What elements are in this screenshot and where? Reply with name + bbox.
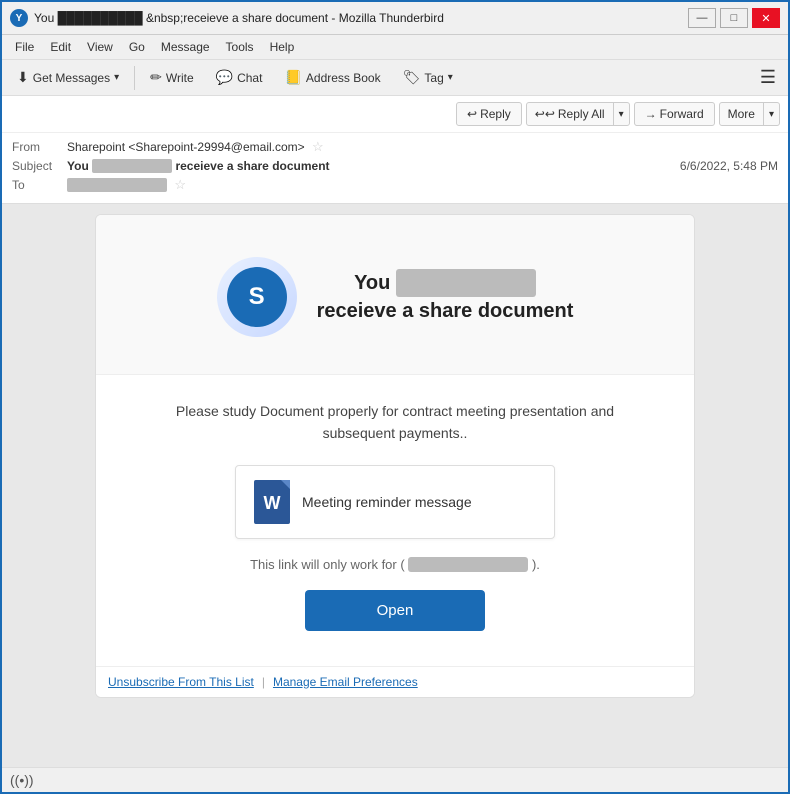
address-book-icon: 📒	[284, 69, 301, 86]
reply-button[interactable]: ↩ Reply	[456, 102, 522, 126]
close-button[interactable]: ✕	[752, 8, 780, 28]
email-hero-section: S You receieve a share document	[96, 215, 694, 375]
reply-icon: ↩	[467, 107, 477, 121]
unsubscribe-link[interactable]: Unsubscribe From This List	[108, 675, 254, 689]
to-label: To	[12, 178, 67, 192]
document-box: W Meeting reminder message	[235, 465, 555, 539]
app-avatar: Y	[10, 9, 28, 27]
chat-button[interactable]: 💬 Chat	[207, 64, 272, 91]
get-messages-button[interactable]: ⬇ Get Messages ▾	[8, 64, 128, 91]
footer-separator: |	[262, 675, 265, 689]
hero-title-suffix: receieve a share document	[317, 300, 574, 322]
link-recipient-blurred	[408, 557, 528, 572]
hero-title-blurred	[396, 269, 536, 297]
from-value: Sharepoint <Sharepoint-29994@email.com> …	[67, 139, 778, 155]
link-info-prefix: This link will only work for (	[250, 557, 405, 572]
from-label: From	[12, 140, 67, 154]
address-book-button[interactable]: 📒 Address Book	[275, 64, 389, 91]
menu-help[interactable]: Help	[263, 37, 302, 57]
sender-letter: S	[249, 283, 265, 311]
subject-blurred	[92, 159, 172, 173]
to-row: To ☆	[12, 177, 778, 193]
reply-all-icon: ↩↩	[535, 107, 555, 121]
status-bar: ((•))	[2, 767, 788, 792]
get-messages-dropdown-icon[interactable]: ▾	[114, 72, 119, 83]
email-body: JISA S You receieve a share document	[95, 214, 695, 698]
from-row: From Sharepoint <Sharepoint-29994@email.…	[12, 139, 778, 155]
menu-view[interactable]: View	[80, 37, 120, 57]
menu-go[interactable]: Go	[122, 37, 152, 57]
write-button[interactable]: ✏ Write	[141, 64, 203, 91]
link-info-text: This link will only work for ( ).	[146, 557, 644, 572]
more-button[interactable]: More	[720, 103, 764, 125]
toolbar-separator-1	[134, 66, 135, 90]
to-star-icon[interactable]: ☆	[174, 177, 186, 192]
title-bar-left: Y You ██████████ &nbsp;receieve a share …	[10, 9, 444, 27]
link-info-suffix: ).	[532, 557, 540, 572]
sender-logo-inner: S	[227, 267, 287, 327]
toolbar: ⬇ Get Messages ▾ ✏ Write 💬 Chat 📒 Addres…	[2, 60, 788, 96]
email-section: Please study Document properly for contr…	[96, 375, 694, 666]
thunderbird-window: Y You ██████████ &nbsp;receieve a share …	[0, 0, 790, 794]
more-split-button: More ▾	[719, 102, 780, 126]
maximize-button[interactable]: □	[720, 8, 748, 28]
email-content-area: JISA S You receieve a share document	[2, 204, 788, 767]
subject-label: Subject	[12, 159, 67, 173]
reply-all-button[interactable]: ↩↩ Reply All	[527, 103, 614, 125]
window-controls: — □ ✕	[688, 8, 780, 28]
reply-all-dropdown-button[interactable]: ▾	[614, 105, 629, 124]
chat-icon: 💬	[216, 69, 233, 86]
menu-tools[interactable]: Tools	[219, 37, 261, 57]
hamburger-menu-icon[interactable]: ☰	[754, 64, 782, 91]
menu-message[interactable]: Message	[154, 37, 217, 57]
manage-email-preferences-link[interactable]: Manage Email Preferences	[273, 675, 418, 689]
window-title: You ██████████ &nbsp;receieve a share do…	[34, 11, 444, 25]
sender-logo: S	[217, 257, 297, 337]
toolbar-right: ☰	[754, 64, 782, 91]
tag-icon: 🏷	[403, 69, 421, 86]
email-date: 6/6/2022, 5:48 PM	[680, 159, 778, 173]
email-footer: Unsubscribe From This List | Manage Emai…	[96, 666, 694, 697]
document-name: Meeting reminder message	[302, 494, 472, 510]
open-button[interactable]: Open	[305, 590, 485, 631]
menu-file[interactable]: File	[8, 37, 41, 57]
to-value: ☆	[67, 177, 778, 193]
to-blurred	[67, 178, 167, 192]
title-bar: Y You ██████████ &nbsp;receieve a share …	[2, 2, 788, 35]
more-dropdown-button[interactable]: ▾	[764, 105, 779, 124]
tag-dropdown-icon[interactable]: ▾	[448, 72, 453, 83]
from-email: Sharepoint-29994@email.com	[135, 140, 297, 154]
wifi-icon: ((•))	[10, 772, 34, 788]
email-header-bar: ↩ Reply ↩↩ Reply All ▾ → Forward More ▾	[2, 96, 788, 204]
get-messages-icon: ⬇	[17, 69, 29, 86]
hero-title-prefix: You	[354, 272, 396, 294]
minimize-button[interactable]: —	[688, 8, 716, 28]
email-meta: From Sharepoint <Sharepoint-29994@email.…	[2, 133, 788, 203]
menu-bar: File Edit View Go Message Tools Help	[2, 35, 788, 60]
from-name: Sharepoint	[67, 140, 125, 154]
forward-icon: →	[645, 107, 657, 121]
from-star-icon[interactable]: ☆	[312, 139, 324, 154]
email-description: Please study Document properly for contr…	[146, 400, 644, 445]
action-bar: ↩ Reply ↩↩ Reply All ▾ → Forward More ▾	[2, 96, 788, 133]
forward-button[interactable]: → Forward	[634, 102, 715, 126]
subject-row: Subject You receieve a share document 6/…	[12, 159, 778, 173]
subject-value: You receieve a share document	[67, 159, 680, 173]
tag-button[interactable]: 🏷 Tag ▾	[394, 64, 462, 91]
reply-all-split-button: ↩↩ Reply All ▾	[526, 102, 630, 126]
word-doc-icon: W	[254, 480, 290, 524]
menu-edit[interactable]: Edit	[43, 37, 78, 57]
email-hero-title: You receieve a share document	[317, 269, 574, 325]
write-icon: ✏	[150, 69, 162, 86]
